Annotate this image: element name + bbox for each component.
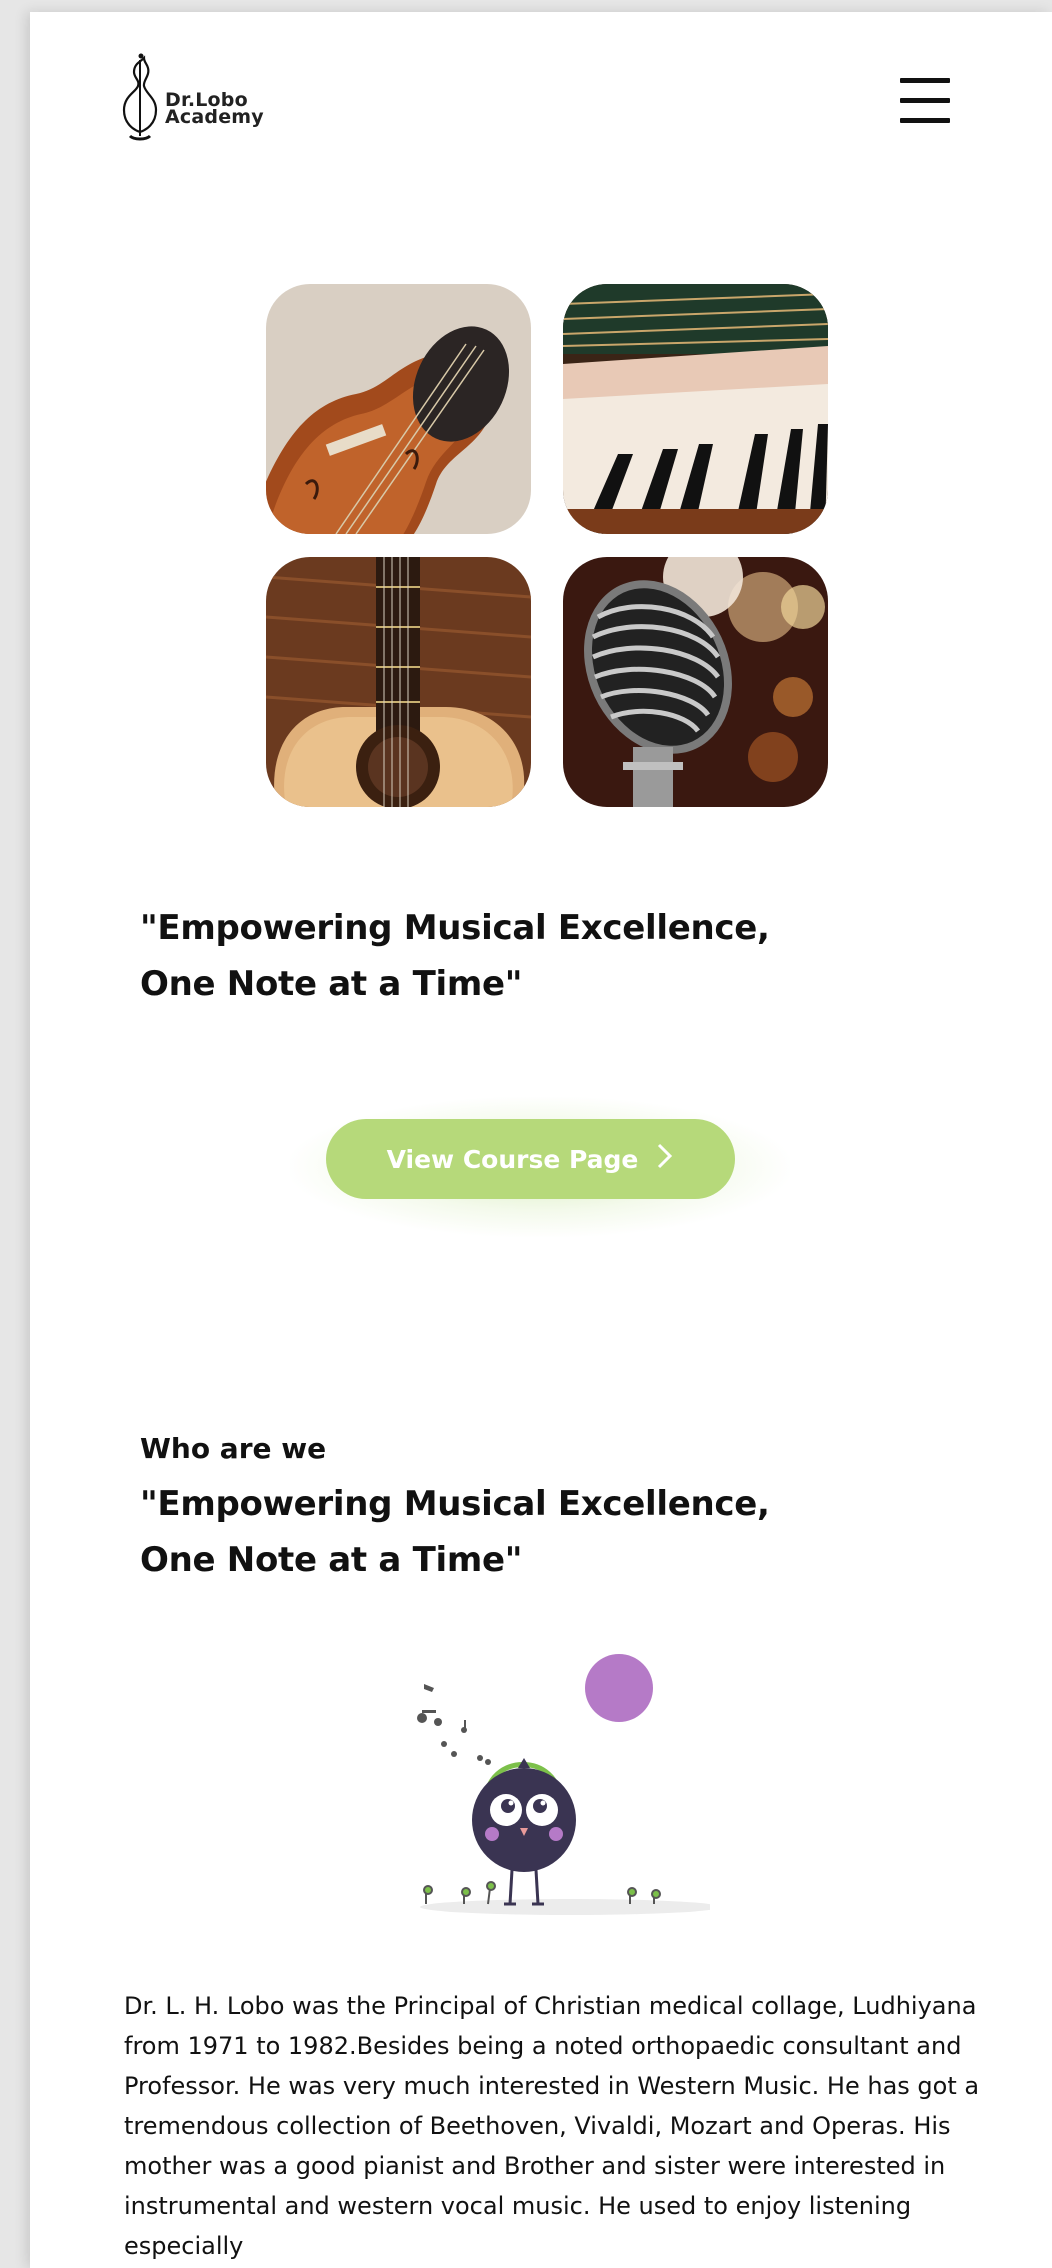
logo-line-2: Academy — [165, 106, 264, 128]
hamburger-menu-icon[interactable] — [900, 78, 952, 124]
logo[interactable]: Dr.Lobo Academy — [110, 52, 310, 152]
about-eyebrow: Who are we — [140, 1432, 327, 1465]
violin-image — [266, 284, 531, 534]
acoustic-guitar-image — [266, 557, 531, 807]
page: Dr.Lobo Academy "Empowering Musical Exce… — [30, 12, 1052, 2268]
view-course-page-button[interactable]: View Course Page — [326, 1119, 735, 1199]
hero-quote: "Empowering Musical Excellence, One Note… — [140, 908, 770, 1004]
chevron-right-icon — [656, 1142, 674, 1176]
logo-text: Dr.Lobo Academy — [165, 91, 264, 128]
piano-keys-image — [563, 284, 828, 534]
vintage-microphone-image — [563, 557, 828, 807]
cello-logo-icon — [122, 53, 158, 141]
about-body: Dr. L. H. Lobo was the Principal of Chri… — [124, 1992, 980, 2260]
music-notes-icon — [417, 1684, 491, 1765]
cta-label: View Course Page — [386, 1144, 639, 1174]
purple-circle-icon — [585, 1654, 653, 1722]
bird-with-headphones-illustration — [380, 1642, 720, 1922]
about-quote: "Empowering Musical Excellence, One Note… — [140, 1484, 770, 1580]
